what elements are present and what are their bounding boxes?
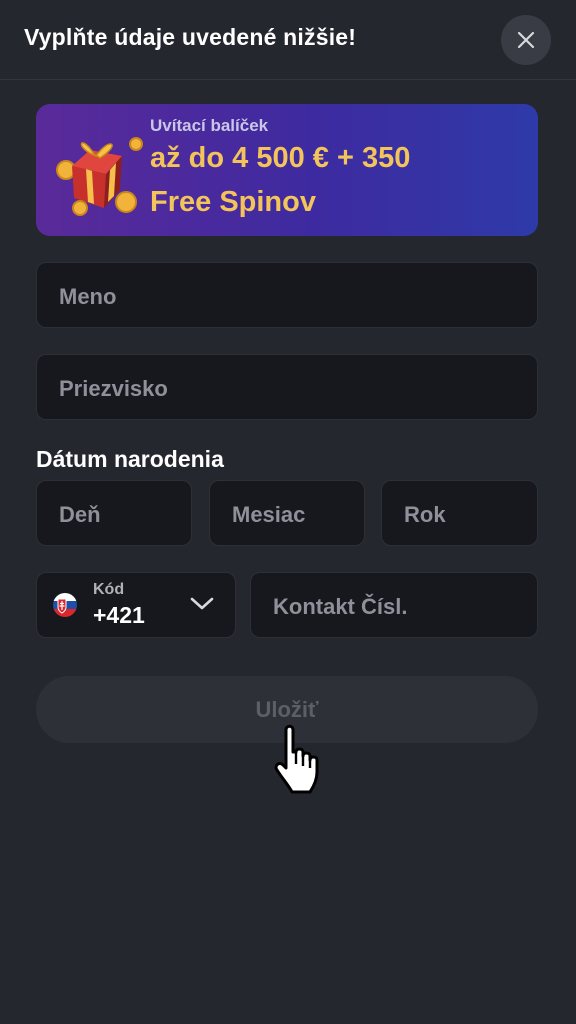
- dob-month-placeholder: Mesiac: [232, 502, 306, 527]
- last-name-placeholder: Priezvisko: [59, 376, 168, 401]
- banner-free-spins: Free Spinov: [150, 186, 316, 218]
- slovakia-flag-icon: [53, 593, 77, 617]
- phone-number-placeholder: Kontakt Čísl.: [273, 594, 408, 619]
- chevron-down-icon: [190, 597, 214, 610]
- banner-subtitle: Uvítací balíček: [150, 116, 269, 135]
- country-code-label: Kód: [93, 581, 125, 598]
- dob-month-field[interactable]: Mesiac: [209, 480, 365, 546]
- phone-number-field[interactable]: Kontakt Čísl.: [250, 572, 538, 638]
- page-title: Vyplňte údaje uvedené nižšie!: [24, 24, 357, 50]
- dob-label: Dátum narodenia: [36, 446, 224, 472]
- dob-year-placeholder: Rok: [404, 502, 446, 527]
- hand-pointer-cursor-icon: [274, 724, 319, 794]
- welcome-bonus-banner[interactable]: Uvítací balíček až do 4 500 € + 350 Free…: [36, 104, 538, 236]
- banner-bonus-amount: až do 4 500 € + 350: [150, 142, 411, 174]
- close-icon: [517, 31, 535, 49]
- country-code-select[interactable]: Kód +421: [36, 572, 236, 638]
- first-name-placeholder: Meno: [59, 284, 117, 309]
- dob-day-placeholder: Deň: [59, 502, 101, 527]
- header: Vyplňte údaje uvedené nižšie!: [0, 0, 576, 80]
- country-code-value: +421: [93, 602, 145, 628]
- close-button[interactable]: [501, 15, 551, 65]
- dob-year-field[interactable]: Rok: [381, 480, 538, 546]
- last-name-field[interactable]: Priezvisko: [36, 354, 538, 420]
- dob-day-field[interactable]: Deň: [36, 480, 192, 546]
- first-name-field[interactable]: Meno: [36, 262, 538, 328]
- save-button-label: Uložiť: [255, 696, 319, 722]
